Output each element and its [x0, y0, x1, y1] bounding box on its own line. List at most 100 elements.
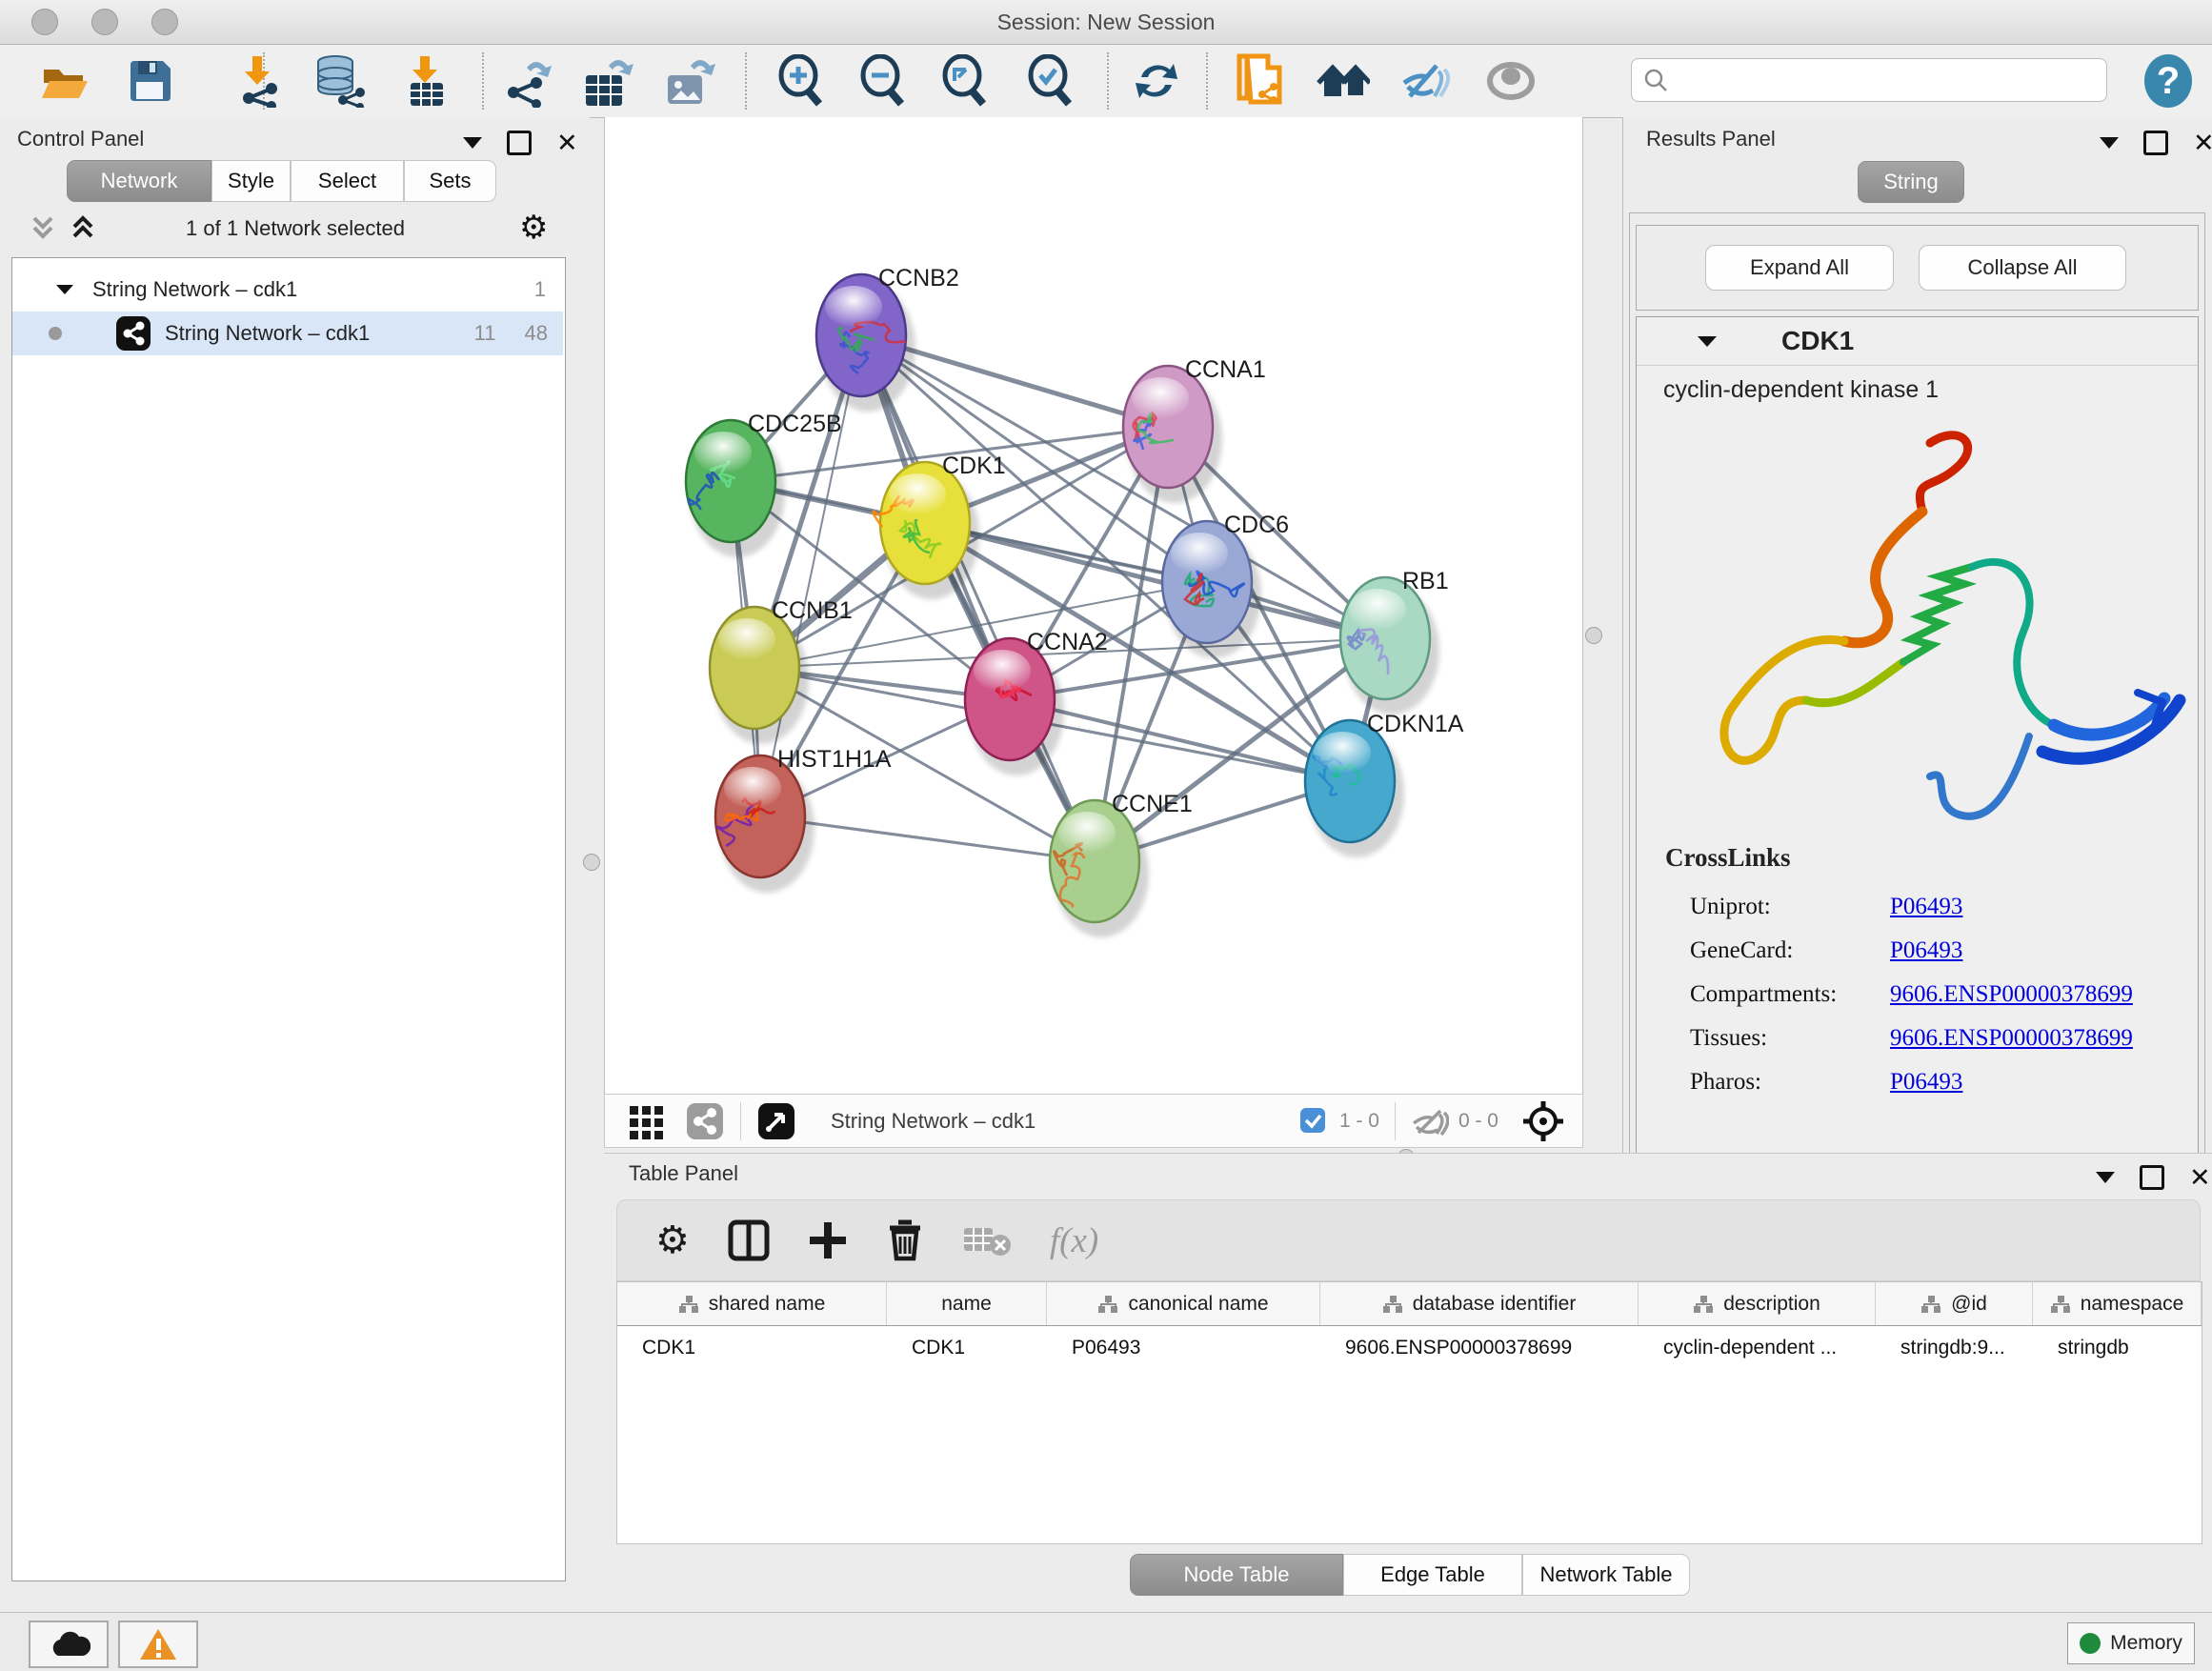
clone-network-icon[interactable] — [1233, 54, 1286, 108]
cell--id[interactable]: stringdb:9... — [1876, 1326, 2033, 1370]
cell-name[interactable]: CDK1 — [887, 1326, 1047, 1370]
results-panel-float-icon[interactable] — [2143, 131, 2168, 155]
delete-table-icon[interactable] — [962, 1222, 1012, 1258]
cloud-button[interactable] — [29, 1621, 109, 1668]
table-panel-close-icon[interactable]: ✕ — [2189, 1168, 2211, 1187]
control-panel-menu-icon[interactable] — [463, 137, 482, 149]
tab-node-table[interactable]: Node Table — [1130, 1554, 1343, 1596]
grid-view-icon[interactable] — [628, 1102, 668, 1140]
node-CCNA1[interactable]: CCNA1 — [1123, 356, 1266, 503]
export-table-icon[interactable] — [581, 54, 634, 108]
refresh-icon[interactable] — [1130, 54, 1183, 108]
crosslink-link[interactable]: 9606.ENSP00000378699 — [1890, 1025, 2133, 1052]
save-session-icon[interactable] — [124, 54, 177, 108]
node-CCNA2[interactable]: CCNA2 — [965, 629, 1108, 775]
export-image-icon[interactable] — [663, 54, 716, 108]
node-CCNE1[interactable]: CCNE1 — [1050, 791, 1193, 937]
node-table: shared namenamecanonical namedatabase id… — [616, 1281, 2202, 1544]
expand-all-button[interactable]: Expand All — [1705, 245, 1894, 291]
network-view-mode-icon[interactable] — [685, 1101, 725, 1141]
network-collection-row[interactable]: String Network – cdk1 1 — [12, 268, 563, 312]
cell-shared-name[interactable]: CDK1 — [617, 1326, 887, 1370]
table-options-gear-icon[interactable]: ⚙ — [655, 1218, 690, 1262]
selected-checkbox-icon[interactable] — [1299, 1107, 1328, 1136]
show-eye-icon[interactable] — [1484, 54, 1538, 108]
results-tab-string[interactable]: String — [1858, 161, 1964, 203]
zoom-out-icon[interactable] — [855, 54, 909, 108]
node-CDC6[interactable]: CDC6 — [1162, 512, 1289, 658]
crosslink-link[interactable]: P06493 — [1890, 937, 1962, 964]
protein-section-header[interactable]: CDK1 — [1637, 317, 2198, 366]
node-CCNB1[interactable]: CCNB1 — [710, 597, 853, 744]
collapse-all-button[interactable]: Collapse All — [1919, 245, 2126, 291]
crosslink-link[interactable]: 9606.ENSP00000378699 — [1890, 981, 2133, 1008]
column-header-database-identifier[interactable]: database identifier — [1320, 1282, 1639, 1325]
tab-select[interactable]: Select — [291, 160, 404, 202]
edge-CCNB2-CCNE1[interactable] — [861, 335, 1095, 861]
home-icon[interactable] — [1317, 54, 1370, 108]
expand-all-chevron-icon[interactable] — [69, 212, 97, 250]
crosslink-label: Compartments: — [1690, 981, 1890, 1008]
collapse-all-chevron-icon[interactable] — [29, 212, 57, 250]
tab-edge-table[interactable]: Edge Table — [1343, 1554, 1522, 1596]
column-header-name[interactable]: name — [887, 1282, 1047, 1325]
column-header--id[interactable]: @id — [1876, 1282, 2033, 1325]
zoom-in-icon[interactable] — [774, 54, 827, 108]
hide-unhide-icon[interactable] — [1400, 54, 1454, 108]
results-panel-close-icon[interactable]: ✕ — [2193, 133, 2212, 152]
crosslink-link[interactable]: P06493 — [1890, 894, 1962, 920]
function-builder-icon[interactable]: f(x) — [1050, 1220, 1098, 1261]
warning-button[interactable] — [118, 1621, 198, 1668]
control-panel-close-icon[interactable]: ✕ — [556, 133, 578, 152]
column-header-shared-name[interactable]: shared name — [617, 1282, 887, 1325]
table-panel-float-icon[interactable] — [2140, 1165, 2164, 1190]
hidden-eye-icon[interactable] — [1411, 1106, 1449, 1137]
help-icon[interactable]: ? — [2142, 54, 2195, 108]
column-header-description[interactable]: description — [1639, 1282, 1876, 1325]
network-canvas[interactable]: CCNB2CCNA1CDC25BCDK1CDC6RB1CCNB1CCNA2CDK… — [604, 117, 1583, 1094]
fit-selected-crosshair-icon[interactable] — [1521, 1099, 1565, 1143]
tab-sets[interactable]: Sets — [404, 160, 496, 202]
zoom-selected-icon[interactable] — [1023, 54, 1076, 108]
table-panel-menu-icon[interactable] — [2096, 1172, 2115, 1183]
open-session-icon[interactable] — [38, 54, 91, 108]
cell-database-identifier[interactable]: 9606.ENSP00000378699 — [1320, 1326, 1639, 1370]
cell-description[interactable]: cyclin-dependent ... — [1639, 1326, 1876, 1370]
table-row[interactable]: CDK1CDK1P064939606.ENSP00000378699cyclin… — [617, 1326, 2202, 1370]
search-field[interactable] — [1631, 58, 2107, 102]
column-header-canonical-name[interactable]: canonical name — [1047, 1282, 1320, 1325]
node-HIST1H1A[interactable]: HIST1H1A — [715, 746, 892, 893]
node-CDKN1A[interactable]: CDKN1A — [1305, 711, 1464, 857]
edge-CDK1-RB1[interactable] — [925, 523, 1385, 638]
collection-expander-icon[interactable] — [54, 281, 75, 298]
add-column-icon[interactable] — [808, 1220, 848, 1260]
crosslink-link[interactable]: P06493 — [1890, 1069, 1962, 1096]
delete-column-icon[interactable] — [886, 1218, 924, 1262]
network-options-gear-icon[interactable]: ⚙ — [519, 209, 548, 247]
search-input[interactable] — [1668, 68, 2091, 92]
tab-network-table[interactable]: Network Table — [1522, 1554, 1690, 1596]
tab-network[interactable]: Network — [67, 160, 211, 202]
selected-counts: 1 - 0 — [1339, 1110, 1379, 1133]
control-panel-float-icon[interactable] — [507, 131, 532, 155]
results-panel-menu-icon[interactable] — [2100, 137, 2119, 149]
show-columns-icon[interactable] — [728, 1219, 770, 1261]
export-network-icon[interactable] — [499, 54, 553, 108]
import-network-file-icon[interactable] — [232, 54, 286, 108]
import-table-file-icon[interactable] — [400, 54, 453, 108]
network-row[interactable]: String Network – cdk1 11 48 — [12, 312, 563, 355]
protein-expander-icon[interactable] — [1696, 332, 1719, 350]
column-header-namespace[interactable]: namespace — [2033, 1282, 2202, 1325]
zoom-fit-icon[interactable] — [937, 54, 991, 108]
cell-namespace[interactable]: stringdb — [2033, 1326, 2202, 1370]
memory-button[interactable]: Memory — [2067, 1622, 2195, 1664]
edge-CCNB2-HIST1H1A[interactable] — [760, 335, 861, 816]
tab-style[interactable]: Style — [211, 160, 291, 202]
main-toolbar: ? — [0, 45, 2212, 118]
left-splitter-handle[interactable] — [583, 854, 600, 871]
node-RB1[interactable]: RB1 — [1340, 568, 1449, 715]
import-network-database-icon[interactable] — [312, 54, 366, 108]
cell-canonical-name[interactable]: P06493 — [1047, 1326, 1320, 1370]
birdseye-view-icon[interactable] — [756, 1101, 796, 1141]
right-splitter-handle[interactable] — [1585, 627, 1602, 644]
